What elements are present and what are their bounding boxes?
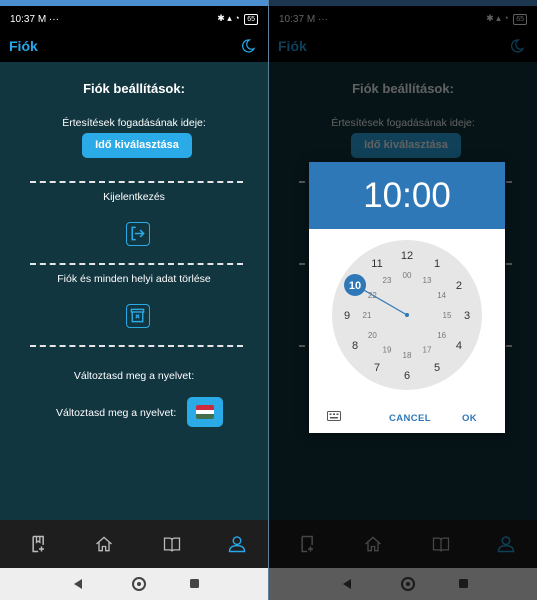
recents-icon[interactable]: [190, 579, 199, 588]
outer-hour-6[interactable]: 6: [404, 370, 410, 382]
inner-hour-14[interactable]: 14: [437, 291, 446, 300]
language-button[interactable]: [187, 397, 223, 427]
outer-hour-8[interactable]: 8: [352, 340, 358, 352]
account-icon[interactable]: [227, 534, 247, 554]
delete-account-button[interactable]: [126, 304, 150, 328]
back-icon[interactable]: [74, 579, 82, 589]
divider: [30, 181, 243, 183]
outer-hour-10[interactable]: 10: [349, 280, 361, 292]
app-bar: Fiók: [0, 32, 268, 62]
phone-left: 10:37 M ··· ✱ ▴ ◔ 65 Fiók Fiók beállítás…: [0, 0, 268, 600]
status-icons: ✱ ▴ ◔ 65: [217, 13, 258, 25]
outer-hour-2[interactable]: 2: [456, 280, 462, 292]
system-nav: [0, 568, 268, 600]
inner-hour-21[interactable]: 21: [363, 311, 372, 320]
language-title: Változtasd meg a nyelvet:: [73, 370, 195, 382]
library-icon[interactable]: [29, 534, 49, 554]
language-row-label: Változtasd meg a nyelvet:: [56, 407, 177, 419]
cancel-button[interactable]: CANCEL: [389, 413, 431, 424]
outer-hour-5[interactable]: 5: [434, 362, 440, 374]
time-display[interactable]: 10:00: [309, 162, 505, 229]
inner-hour-18[interactable]: 18: [403, 351, 412, 360]
pick-time-button[interactable]: Idő kiválasztása: [82, 133, 192, 158]
page-title: Fiók beállítások:: [83, 81, 185, 96]
outer-hour-12[interactable]: 12: [401, 250, 413, 262]
status-bar: 10:37 M ··· ✱ ▴ ◔ 65: [0, 6, 268, 32]
time-picker-dialog: 10:00 12 1 2 3 4 5 6 7 8 9 10 11 00 13 14 15 16 17 18 19 20 2…: [309, 162, 505, 433]
account-settings: Fiók beállítások: Értesítések fogadásána…: [0, 62, 268, 520]
bottom-nav: [0, 520, 268, 568]
keyboard-icon[interactable]: [327, 411, 341, 421]
clock-center: [405, 313, 409, 317]
logout-icon: [131, 226, 145, 241]
inner-hour-19[interactable]: 19: [383, 346, 392, 355]
logout-button[interactable]: [126, 222, 150, 246]
inner-hour-00[interactable]: 00: [403, 271, 412, 280]
outer-hour-3[interactable]: 3: [464, 310, 470, 322]
inner-hour-16[interactable]: 16: [437, 331, 446, 340]
battery-icon: 65: [244, 14, 258, 25]
inner-hour-13[interactable]: 13: [423, 276, 432, 285]
book-icon[interactable]: [162, 534, 182, 554]
inner-hour-17[interactable]: 17: [423, 346, 432, 355]
inner-hour-15[interactable]: 15: [443, 311, 452, 320]
outer-hour-9[interactable]: 9: [344, 310, 350, 322]
divider: [30, 263, 243, 265]
clock-face[interactable]: 121234567891011001314151617181920212223: [309, 229, 505, 403]
ok-button[interactable]: OK: [462, 413, 477, 424]
inner-hour-23[interactable]: 23: [383, 276, 392, 285]
dialog-actions: CANCEL OK: [309, 403, 505, 433]
outer-hour-4[interactable]: 4: [456, 340, 462, 352]
outer-hour-7[interactable]: 7: [374, 362, 380, 374]
outer-hour-1[interactable]: 1: [434, 258, 440, 270]
app-title: Fiók: [9, 38, 38, 54]
notify-time-label: Értesítések fogadásának ideje:: [62, 117, 206, 129]
hungarian-flag-icon: [196, 405, 214, 419]
inner-hour-22[interactable]: 22: [368, 291, 377, 300]
divider: [30, 345, 243, 347]
moon-icon[interactable]: [240, 38, 256, 54]
home-icon[interactable]: [94, 534, 114, 554]
delete-account-label: Fiók és minden helyi adat törlése: [57, 273, 211, 285]
inner-hour-20[interactable]: 20: [368, 331, 377, 340]
phone-right: 10:37 M ··· ✱ ▴ ◔ 65 Fiók Fiók beállítás…: [269, 0, 537, 600]
status-time: 10:37 M ···: [10, 14, 59, 25]
delete-box-icon: [130, 308, 145, 323]
home-button-icon[interactable]: [132, 577, 146, 591]
outer-hour-11[interactable]: 11: [371, 258, 382, 270]
logout-label: Kijelentkezés: [103, 191, 165, 203]
